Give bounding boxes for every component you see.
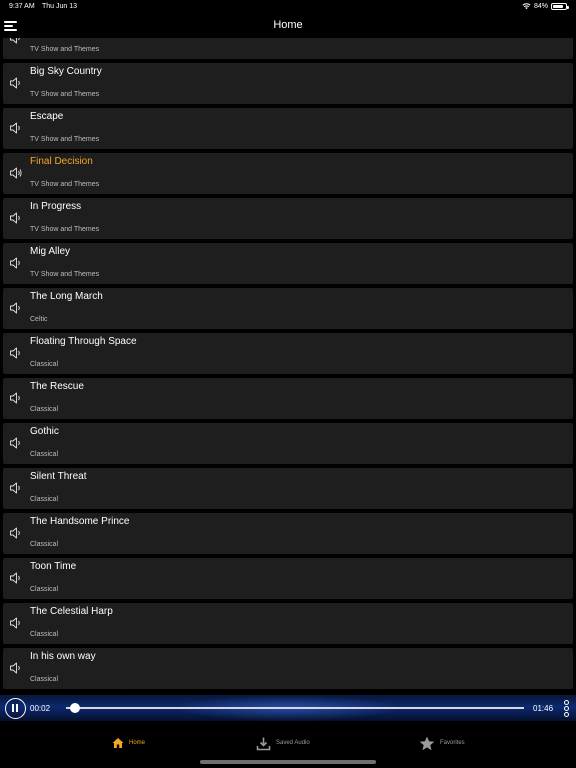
- track-category: TV Show and Themes: [30, 136, 100, 143]
- tab-favorites[interactable]: Favorites: [419, 733, 465, 753]
- track-title: Final Decision: [30, 156, 93, 167]
- speaker-icon: [9, 38, 23, 45]
- more-options-icon[interactable]: [564, 700, 570, 717]
- track-category: TV Show and Themes: [30, 46, 100, 53]
- tab-home-label: Home: [129, 740, 146, 746]
- tab-bar: Home Saved Audio Favorites: [0, 721, 576, 768]
- total-time: 01:46: [533, 704, 554, 713]
- elapsed-time: 00:02: [30, 704, 51, 713]
- track-row[interactable]: In Progress TV Show and Themes: [3, 198, 573, 239]
- track-category: Classical: [30, 451, 59, 458]
- speaker-icon: [9, 571, 23, 585]
- track-title: Escape: [30, 111, 64, 122]
- speaker-icon: [9, 256, 23, 270]
- track-title: The Handsome Prince: [30, 516, 130, 527]
- track-list-content: Astral JourneyTV Show and Themes Big Sky …: [0, 38, 576, 693]
- track-title: In his own way: [30, 651, 96, 662]
- track-title: Toon Time: [30, 561, 77, 572]
- track-row[interactable]: The Celestial Harp Classical: [3, 603, 573, 644]
- track-row[interactable]: Toon Time Classical: [3, 558, 573, 599]
- battery-icon: [551, 3, 569, 10]
- status-time: 9:37 AM: [9, 3, 35, 10]
- speaker-icon: [9, 661, 23, 675]
- progress-track[interactable]: [66, 707, 524, 709]
- download-icon: [256, 737, 271, 750]
- speaker-icon: [9, 436, 23, 450]
- status-right: 84%: [522, 3, 569, 10]
- track-title: The Rescue: [30, 381, 84, 392]
- track-title: Floating Through Space: [30, 336, 137, 347]
- track-category: Celtic: [30, 316, 48, 323]
- track-category: Classical: [30, 631, 59, 638]
- track-title: Big Sky Country: [30, 66, 102, 77]
- tab-favorites-label: Favorites: [440, 740, 465, 746]
- tab-home[interactable]: Home: [112, 733, 145, 753]
- speaker-icon: [9, 391, 23, 405]
- track-row[interactable]: Silent Threat Classical: [3, 468, 573, 509]
- track-row[interactable]: The Long March Celtic: [3, 288, 573, 329]
- track-row[interactable]: Big Sky Country TV Show and Themes: [3, 63, 573, 104]
- track-row[interactable]: In his own way Classical: [3, 648, 573, 689]
- track-row[interactable]: Mig Alley TV Show and Themes: [3, 243, 573, 284]
- track-category: Classical: [30, 361, 59, 368]
- track-title: In Progress: [30, 201, 82, 212]
- status-date: Thu Jun 13: [42, 3, 78, 10]
- track-category: Classical: [30, 541, 59, 548]
- track-category: TV Show and Themes: [30, 181, 100, 188]
- nav-bar: Home: [0, 14, 576, 38]
- tab-saved-label: Saved Audio: [276, 740, 310, 746]
- status-bar: 9:37 AM Thu Jun 13 84%: [0, 0, 576, 14]
- page-title: Home: [273, 19, 303, 31]
- track-list[interactable]: Astral JourneyTV Show and Themes Big Sky …: [0, 38, 576, 695]
- speaker-icon: [9, 346, 23, 360]
- battery-percent: 84%: [533, 3, 548, 10]
- pause-button[interactable]: [5, 698, 26, 719]
- speaker-icon: [9, 121, 23, 135]
- track-title: The Long March: [30, 291, 103, 302]
- speaker-icon: [9, 481, 23, 495]
- tab-saved-audio[interactable]: Saved Audio: [256, 733, 310, 753]
- track-category: TV Show and Themes: [30, 226, 100, 233]
- mini-player: 00:02 01:46: [0, 695, 576, 721]
- track-category: Classical: [30, 586, 59, 593]
- star-icon: [419, 736, 435, 750]
- track-category: Classical: [30, 496, 59, 503]
- track-title: Silent Threat: [30, 471, 87, 482]
- track-row[interactable]: Gothic Classical: [3, 423, 573, 464]
- track-row[interactable]: Escape TV Show and Themes: [3, 108, 573, 149]
- track-title: The Celestial Harp: [30, 606, 113, 617]
- track-category: Classical: [30, 406, 59, 413]
- track-row[interactable]: Astral JourneyTV Show and Themes: [3, 38, 573, 59]
- track-category: TV Show and Themes: [30, 91, 100, 98]
- home-icon: [112, 738, 124, 748]
- speaker-icon: [9, 301, 23, 315]
- track-row[interactable]: Final Decision TV Show and Themes: [3, 153, 573, 194]
- track-row[interactable]: Floating Through Space Classical: [3, 333, 573, 374]
- battery-fill: [553, 5, 564, 8]
- track-category: TV Show and Themes: [30, 271, 100, 278]
- wifi-icon: [522, 3, 531, 10]
- speaker-icon: [9, 76, 23, 90]
- speaker-icon: [9, 526, 23, 540]
- speaker-playing-icon: [9, 166, 23, 180]
- track-row[interactable]: The Handsome Prince Classical: [3, 513, 573, 554]
- home-indicator: [200, 760, 376, 764]
- track-row[interactable]: The Rescue Classical: [3, 378, 573, 419]
- track-category: Classical: [30, 676, 59, 683]
- track-title: Gothic: [30, 426, 59, 437]
- track-title: Mig Alley: [30, 246, 71, 257]
- speaker-icon: [9, 616, 23, 630]
- speaker-icon: [9, 211, 23, 225]
- progress-thumb[interactable]: [69, 703, 80, 713]
